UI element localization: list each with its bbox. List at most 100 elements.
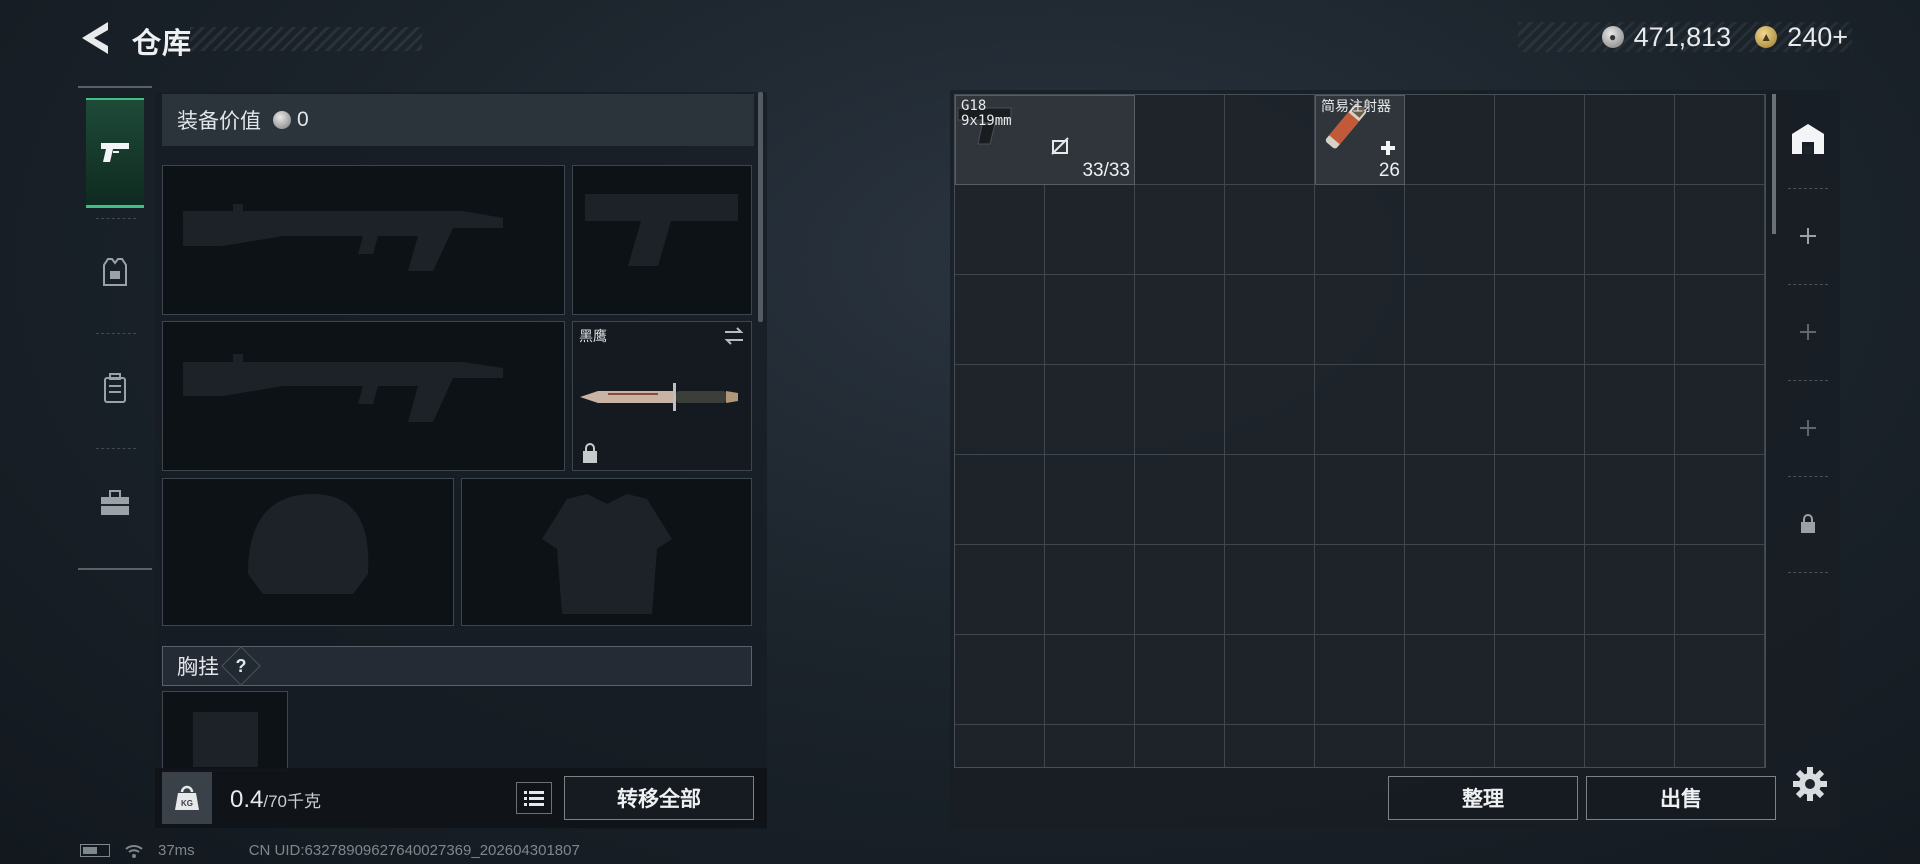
grid-cell[interactable] [1675,725,1765,767]
grid-cell[interactable] [1585,545,1675,635]
tab-weapons[interactable] [86,98,144,208]
grid-cell[interactable] [1495,545,1585,635]
grid-cell[interactable] [1405,725,1495,767]
melee-slot[interactable]: 黑鹰 [572,321,752,471]
grid-cell[interactable] [1495,95,1585,185]
storage-item-g18[interactable]: G18 9x19mm 33/33 [955,95,1135,185]
locked-container-tab[interactable] [1780,478,1836,570]
helmet-slot[interactable] [162,478,454,626]
grid-cell[interactable] [1135,545,1225,635]
grid-cell[interactable] [1225,365,1315,455]
grid-cell[interactable] [955,365,1045,455]
grid-cell[interactable] [1315,185,1405,275]
grid-cell[interactable] [1585,275,1675,365]
grid-cell[interactable] [1045,545,1135,635]
grid-cell[interactable] [1495,635,1585,725]
grid-cell[interactable] [1315,365,1405,455]
grid-cell[interactable] [1045,185,1135,275]
grid-cell[interactable] [1405,365,1495,455]
body-armor-slot[interactable] [461,478,752,626]
grid-cell[interactable] [1495,725,1585,767]
grid-cell[interactable] [955,545,1045,635]
transfer-all-button[interactable]: 转移全部 [564,776,754,820]
grid-cell[interactable] [1045,635,1135,725]
grid-cell[interactable] [1495,365,1585,455]
grid-cell[interactable] [1315,275,1405,365]
grid-cell[interactable] [1585,365,1675,455]
grid-cell[interactable] [1405,455,1495,545]
list-view-button[interactable] [516,782,552,814]
grid-cell[interactable] [1315,455,1405,545]
grid-cell[interactable] [1675,545,1765,635]
tab-armor[interactable] [86,218,144,328]
grid-cell[interactable] [1135,95,1225,185]
grid-cell[interactable] [1585,95,1675,185]
grid-cell[interactable] [955,725,1045,767]
grid-cell[interactable] [1585,185,1675,275]
grid-cell[interactable] [1225,275,1315,365]
grid-cell[interactable] [1135,635,1225,725]
primary-weapon-slot-2[interactable] [162,321,565,471]
grid-cell[interactable] [1585,455,1675,545]
grid-cell[interactable] [1045,275,1135,365]
grid-cell[interactable] [1225,185,1315,275]
grid-cell[interactable] [1495,455,1585,545]
sort-button[interactable]: 整理 [1388,776,1578,820]
grid-cell[interactable] [1675,455,1765,545]
grid-cell[interactable] [955,455,1045,545]
grid-cell[interactable] [1585,725,1675,767]
add-container-button-3[interactable] [1780,382,1836,474]
currency-bar: ● 471,813 ▲ 240+ [1518,22,1852,52]
grid-cell[interactable] [1315,545,1405,635]
grid-cell[interactable] [1135,185,1225,275]
add-container-button-1[interactable] [1780,190,1836,282]
grid-cell[interactable] [955,275,1045,365]
grid-cell[interactable] [955,635,1045,725]
add-container-button-2[interactable] [1780,286,1836,378]
grid-cell[interactable] [1585,635,1675,725]
grid-cell[interactable] [955,185,1045,275]
grid-cell[interactable] [1225,545,1315,635]
lock-icon [583,443,597,463]
tab-toolbox[interactable] [86,448,144,558]
storage-scrollbar[interactable] [1772,94,1776,234]
tab-warehouse[interactable] [1780,92,1836,184]
help-icon[interactable]: ? [221,646,261,686]
grid-cell[interactable] [1675,635,1765,725]
primary-weapon-slot-1[interactable] [162,165,565,315]
grid-cell[interactable] [1135,275,1225,365]
grid-cell[interactable] [1405,95,1495,185]
grid-cell[interactable] [1675,185,1765,275]
grid-cell[interactable] [1315,635,1405,725]
grid-cell[interactable] [1225,725,1315,767]
grid-cell[interactable] [1135,365,1225,455]
grid-cell[interactable] [1045,365,1135,455]
sell-button[interactable]: 出售 [1586,776,1776,820]
grid-cell[interactable] [1675,95,1765,185]
chest-rig-slot[interactable] [162,691,288,771]
grid-cell[interactable] [1045,725,1135,767]
silver-coin-icon [273,111,291,129]
back-button[interactable] [78,20,112,56]
grid-cell[interactable] [1495,185,1585,275]
storage-item-injector[interactable]: 简易注射器 26 [1315,95,1405,185]
grid-cell[interactable] [1405,185,1495,275]
swap-icon[interactable] [723,326,745,346]
grid-cell[interactable] [1225,455,1315,545]
grid-cell[interactable] [1405,635,1495,725]
grid-cell[interactable] [1045,455,1135,545]
grid-cell[interactable] [1675,275,1765,365]
grid-cell[interactable] [1495,275,1585,365]
grid-cell[interactable] [1225,95,1315,185]
equipment-scrollbar[interactable] [758,92,763,322]
grid-cell[interactable] [1405,275,1495,365]
pistol-slot[interactable] [572,165,752,315]
grid-cell[interactable] [1405,545,1495,635]
grid-cell[interactable] [1135,455,1225,545]
tab-backpack[interactable] [86,333,144,443]
grid-cell[interactable] [1675,365,1765,455]
grid-cell[interactable] [1135,725,1225,767]
grid-cell[interactable] [1315,725,1405,767]
settings-button[interactable] [1790,764,1830,804]
grid-cell[interactable] [1225,635,1315,725]
